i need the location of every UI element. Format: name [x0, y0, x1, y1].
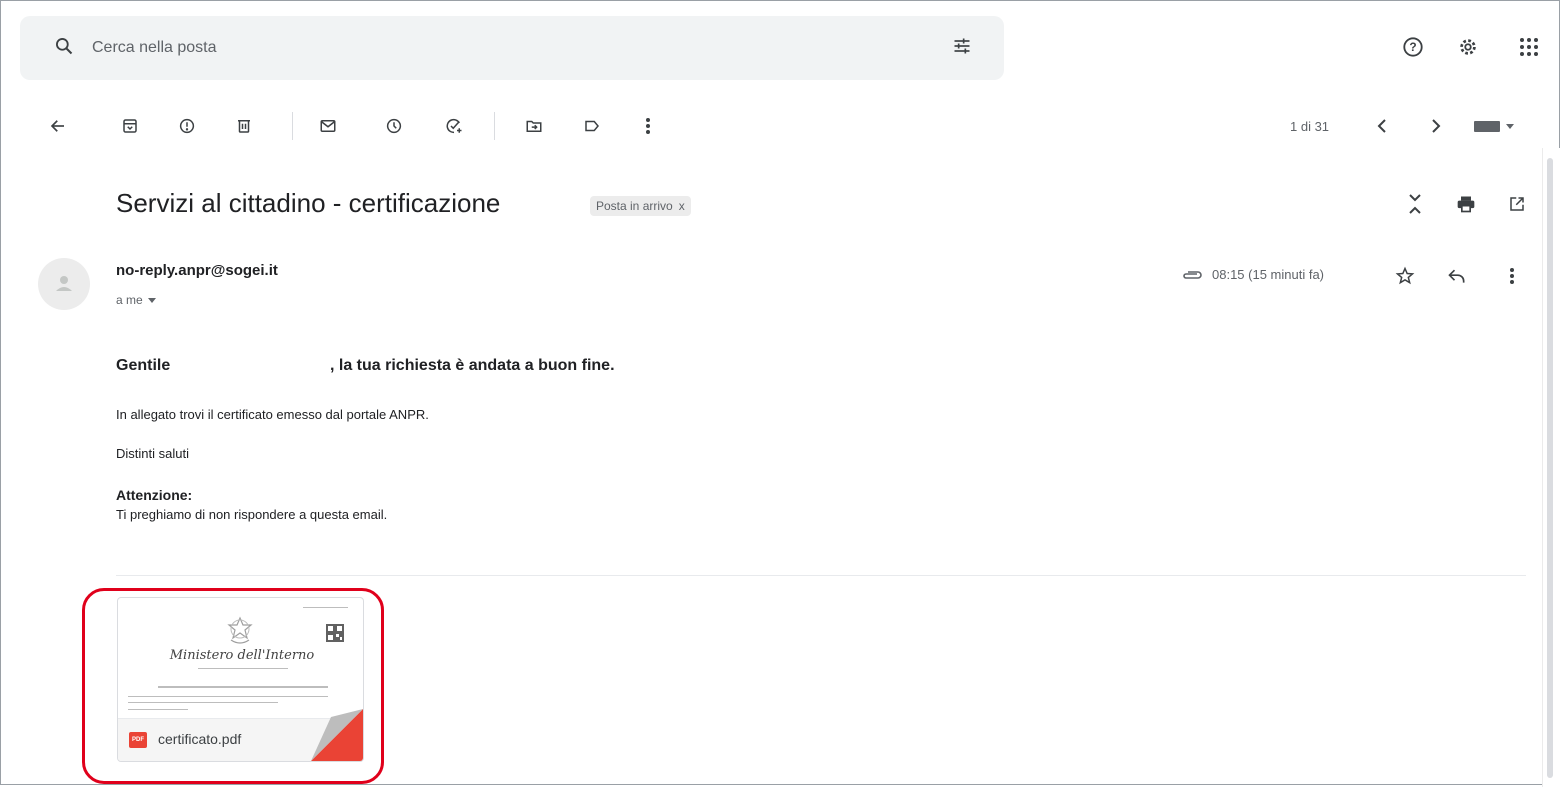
recipient-text: a me [116, 293, 143, 307]
chevron-left-icon[interactable] [1372, 116, 1392, 136]
attention-text: Ti preghiamo di non rispondere a questa … [116, 507, 388, 522]
toolbar-separator [292, 112, 293, 140]
back-arrow-icon[interactable] [46, 114, 70, 138]
star-icon[interactable] [1393, 264, 1417, 288]
search-input[interactable] [92, 34, 592, 62]
scrollbar-thumb[interactable] [1547, 158, 1553, 778]
settings-icon[interactable] [1455, 34, 1481, 60]
chevron-right-icon[interactable] [1426, 116, 1446, 136]
sender-email[interactable]: no-reply.anpr@sogei.it [116, 262, 278, 279]
email-time: 08:15 (15 minuti fa) [1212, 267, 1325, 282]
add-to-tasks-icon[interactable] [442, 114, 466, 138]
attachment-highlight-outline [82, 588, 384, 784]
delete-icon[interactable] [232, 114, 256, 138]
search-options-icon[interactable] [950, 34, 974, 58]
svg-text:?: ? [1409, 40, 1416, 54]
print-icon[interactable] [1454, 192, 1478, 216]
archive-icon[interactable] [118, 114, 142, 138]
inbox-label-chip[interactable]: Posta in arrivo x [590, 196, 691, 216]
toolbar-separator [494, 112, 495, 140]
greeting-start: Gentile [116, 357, 171, 374]
message-more-icon[interactable] [1500, 264, 1524, 288]
pagination-text: 1 di 31 [1290, 119, 1330, 134]
more-vert-icon[interactable] [636, 114, 660, 138]
snooze-icon[interactable] [382, 114, 406, 138]
open-in-new-window-icon[interactable] [1505, 192, 1529, 216]
greeting-end: , la tua richiesta è andata a buon fine. [330, 357, 615, 374]
label-remove-button[interactable]: x [679, 199, 685, 213]
labels-icon[interactable] [580, 114, 604, 138]
caret-down-icon[interactable] [147, 293, 156, 307]
apps-icon[interactable] [1516, 34, 1542, 60]
reply-icon[interactable] [1445, 264, 1469, 288]
sender-avatar[interactable] [38, 258, 90, 310]
body-line-regards: Distinti saluti [116, 446, 189, 461]
recipient-details[interactable]: a me [116, 293, 156, 307]
expand-all-icon[interactable] [1403, 190, 1427, 218]
report-spam-icon[interactable] [175, 114, 199, 138]
attachment-clip-icon [1180, 266, 1204, 284]
search-icon[interactable] [52, 34, 76, 58]
email-subject: Servizi al cittadino - certificazione [116, 188, 501, 218]
mark-unread-icon[interactable] [316, 114, 340, 138]
input-tools-icon[interactable] [1470, 114, 1522, 138]
attachments-divider [116, 575, 1526, 576]
attention-heading: Attenzione: [116, 487, 193, 503]
body-line-attachment-info: In allegato trovi il certificato emesso … [116, 407, 429, 422]
label-text: Posta in arrivo [596, 199, 673, 213]
move-to-icon[interactable] [522, 114, 546, 138]
help-icon[interactable]: ? [1400, 34, 1426, 60]
